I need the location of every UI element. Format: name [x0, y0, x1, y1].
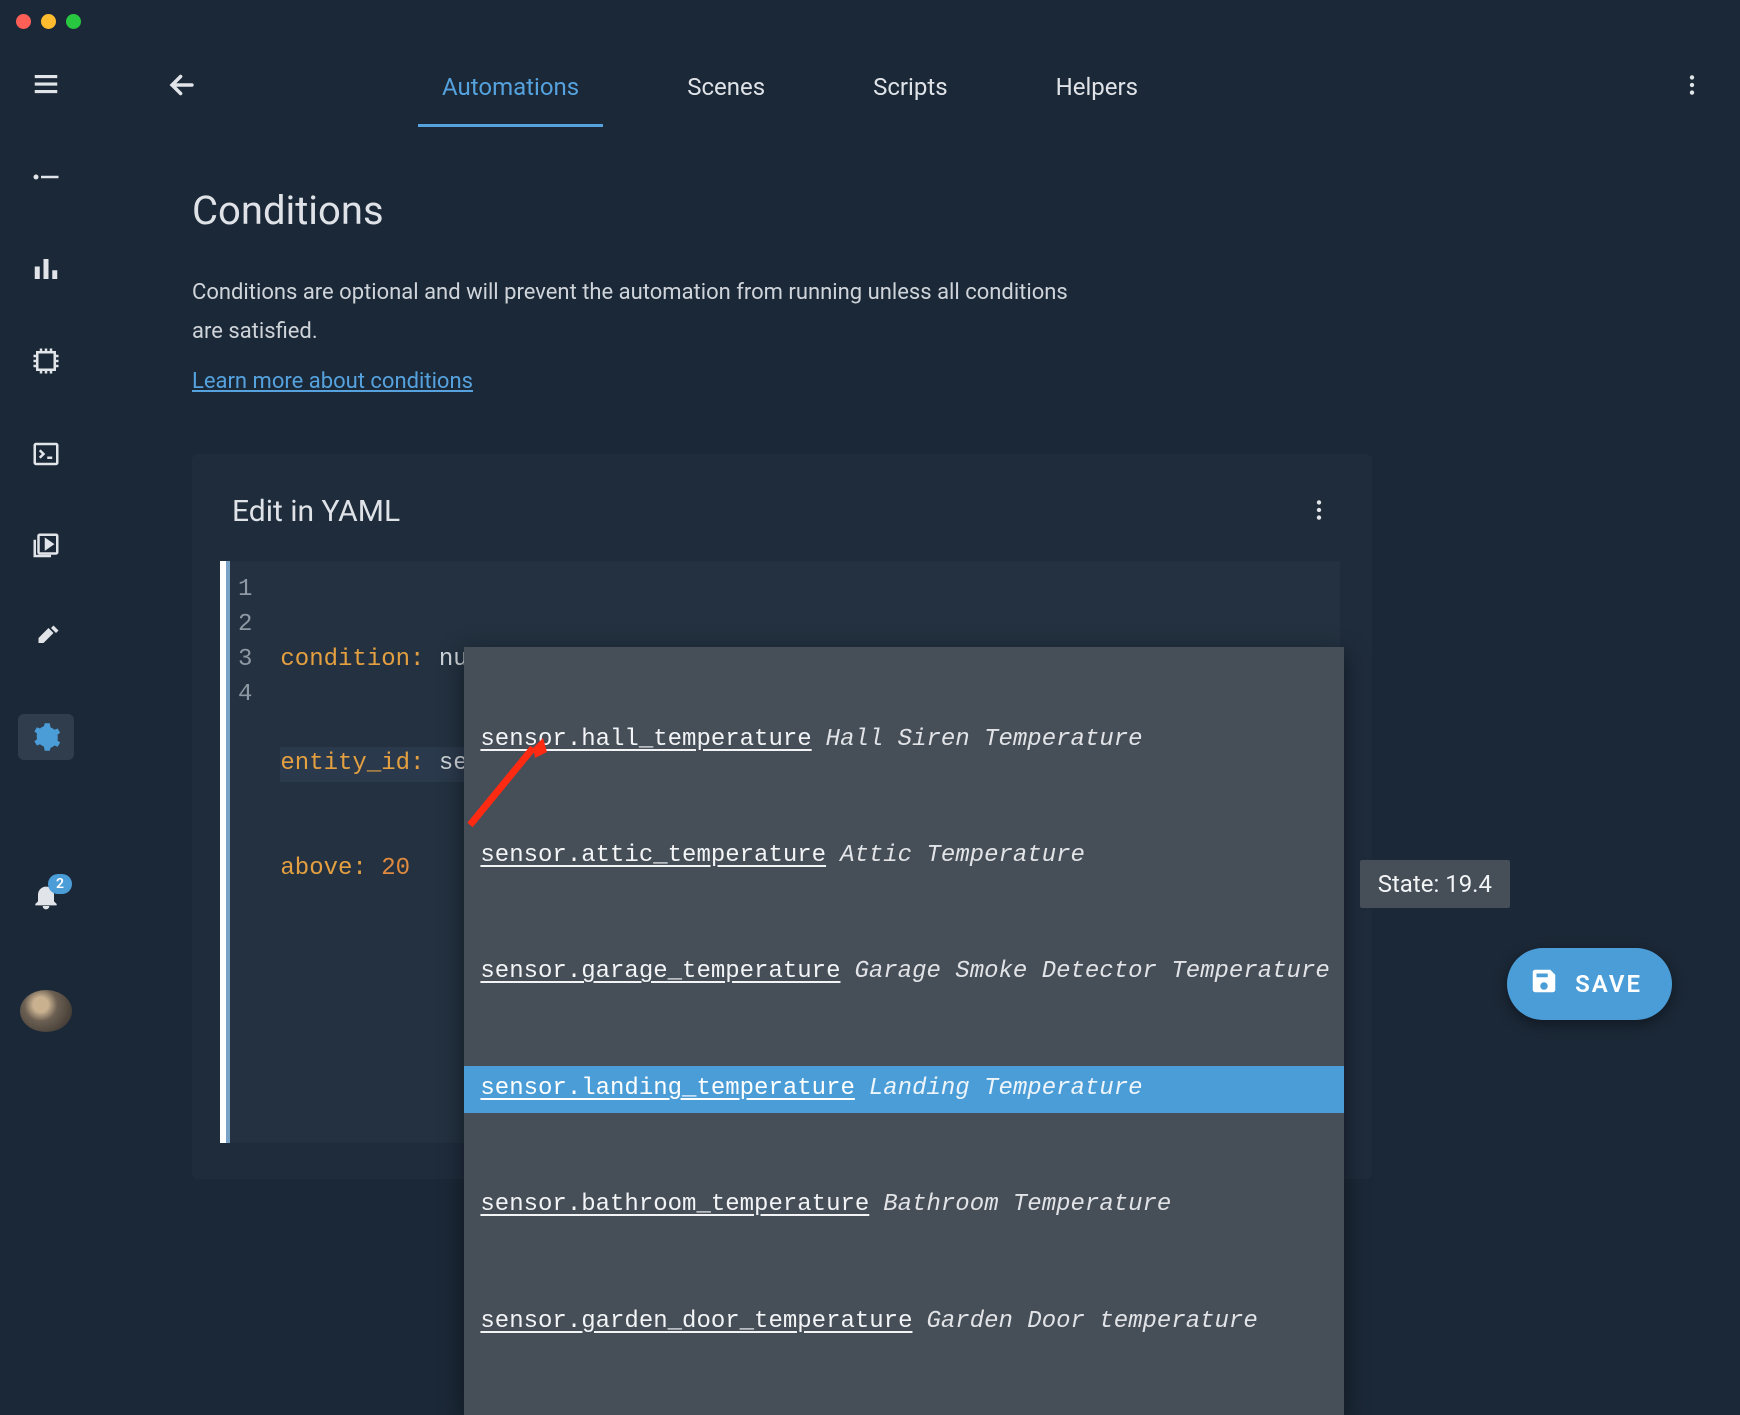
autocomplete-option[interactable]: sensor.hall_temperatureHall Siren Temper… — [464, 717, 1344, 764]
autocomplete-option[interactable]: sensor.bathroom_temperatureBathroom Temp… — [464, 1182, 1344, 1229]
notifications-badge: 2 — [48, 874, 72, 894]
line-number: 3 — [238, 643, 252, 678]
state-tooltip: State: 19.4 — [1360, 860, 1510, 908]
sidebar-item-dev-tools[interactable] — [26, 622, 66, 654]
window-close-button[interactable] — [16, 14, 31, 29]
sidebar-item-settings[interactable] — [18, 714, 74, 759]
topbar: Automations Scenes Scripts Helpers — [92, 43, 1740, 127]
learn-more-link[interactable]: Learn more about conditions — [192, 369, 473, 394]
line-number: 4 — [238, 678, 252, 713]
autocomplete-option-selected[interactable]: sensor.landing_temperatureLanding Temper… — [464, 1066, 1344, 1113]
sidebar-item-energy[interactable] — [26, 345, 66, 377]
autocomplete-option[interactable]: sensor.garden_door_temperatureGarden Doo… — [464, 1299, 1344, 1346]
conditions-description: Conditions are optional and will prevent… — [192, 274, 1092, 351]
card-title: Edit in YAML — [232, 494, 400, 529]
sidebar-item-media[interactable] — [26, 530, 66, 562]
save-icon — [1529, 966, 1559, 1002]
sidebar-item-overview[interactable] — [26, 160, 66, 192]
window-titlebar — [0, 0, 1740, 43]
window-maximize-button[interactable] — [66, 14, 81, 29]
autocomplete-popup: sensor.hall_temperatureHall Siren Temper… — [464, 647, 1344, 1415]
autocomplete-option[interactable]: sensor.attic_temperatureAttic Temperatur… — [464, 833, 1344, 880]
yaml-editor-card: Edit in YAML 1 2 3 4 condition: — [192, 454, 1372, 1179]
tab-automations[interactable]: Automations — [388, 43, 633, 127]
overflow-menu-button[interactable] — [1668, 61, 1716, 109]
sidebar-item-logbook[interactable] — [26, 253, 66, 285]
tab-scenes[interactable]: Scenes — [633, 43, 819, 127]
yaml-editor[interactable]: 1 2 3 4 condition: numeric_state entity_… — [220, 561, 1340, 1143]
save-button[interactable]: SAVE — [1507, 948, 1672, 1020]
sidebar: 2 — [0, 43, 92, 1052]
tab-helpers[interactable]: Helpers — [1002, 43, 1192, 127]
notifications-button[interactable]: 2 — [26, 880, 66, 912]
card-overflow-menu[interactable] — [1306, 497, 1332, 527]
config-tabs: Automations Scenes Scripts Helpers — [388, 43, 1192, 127]
back-button[interactable] — [156, 59, 208, 111]
avatar[interactable] — [20, 990, 72, 1032]
menu-icon[interactable] — [26, 68, 66, 100]
tab-scripts[interactable]: Scripts — [819, 43, 1002, 127]
sidebar-item-terminal[interactable] — [26, 437, 66, 469]
window-minimize-button[interactable] — [41, 14, 56, 29]
line-number: 2 — [238, 608, 252, 643]
autocomplete-option[interactable]: sensor.garage_temperatureGarage Smoke De… — [464, 949, 1344, 996]
page-title: Conditions — [192, 187, 1620, 234]
line-number: 1 — [238, 573, 252, 608]
editor-gutter: 1 2 3 4 — [230, 561, 264, 1143]
editor-content[interactable]: condition: numeric_state entity_id: sens… — [264, 561, 1340, 1143]
